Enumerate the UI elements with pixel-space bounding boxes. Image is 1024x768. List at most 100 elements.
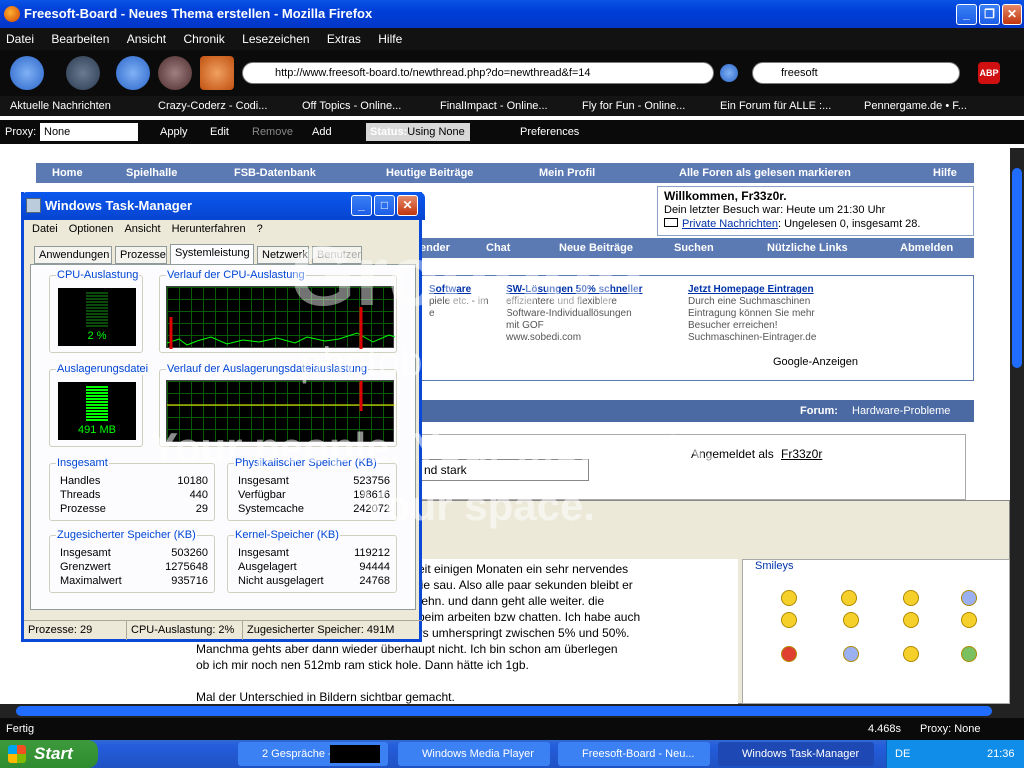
menu-ansicht[interactable]: Ansicht: [127, 32, 166, 46]
smiley-icon[interactable]: [781, 612, 797, 628]
tab-systemleistung[interactable]: Systemleistung: [170, 244, 254, 265]
start-button[interactable]: Start: [0, 740, 98, 768]
ad-3[interactable]: Jetzt Homepage Eintragen Durch eine Such…: [688, 284, 816, 344]
minimize-button[interactable]: _: [956, 4, 977, 25]
nav2-kalender[interactable]: ender: [420, 238, 450, 258]
vertical-scrollbar[interactable]: [1010, 148, 1024, 718]
ad-title[interactable]: Jetzt Homepage Eintragen: [688, 284, 816, 296]
tm-menu-ansicht[interactable]: Ansicht: [124, 223, 160, 235]
forum-nav: Home Spielhalle FSB-Datenbank Heutige Be…: [36, 163, 974, 183]
nav-mark-read[interactable]: Alle Foren als gelesen markieren: [679, 163, 851, 183]
smiley-icon[interactable]: [903, 646, 919, 662]
preferences-button[interactable]: Preferences: [520, 120, 579, 144]
reload-icon[interactable]: [116, 56, 150, 90]
smiley-icon[interactable]: [961, 646, 977, 662]
google-ads-label[interactable]: Google-Anzeigen: [773, 356, 858, 368]
ad-line: mit GOF: [506, 320, 544, 331]
nav2-abmelden[interactable]: Abmelden: [900, 238, 953, 258]
language-indicator[interactable]: DE: [895, 740, 910, 768]
pm-link[interactable]: Private Nachrichten: [682, 218, 778, 230]
clock[interactable]: 21:36: [987, 740, 1015, 768]
ad-2[interactable]: SW-Lösungen 50% schneller effizientere u…: [506, 284, 643, 344]
edit-button[interactable]: Edit: [210, 120, 229, 144]
horizontal-scroll-thumb[interactable]: [16, 706, 992, 716]
smiley-icon[interactable]: [843, 612, 859, 628]
commit-peak-label: Maximalwert: [60, 575, 122, 587]
nav-spielhalle[interactable]: Spielhalle: [126, 163, 177, 183]
nav2-chat[interactable]: Chat: [486, 238, 510, 258]
bookmark-item[interactable]: Pennergame.de • F...: [864, 96, 967, 116]
menu-extras[interactable]: Extras: [327, 32, 361, 46]
tm-menu-herunterfahren[interactable]: Herunterfahren: [172, 223, 246, 235]
nav2-neue[interactable]: Neue Beiträge: [559, 238, 633, 258]
proxy-select[interactable]: None: [40, 123, 138, 141]
close-button[interactable]: ✕: [1002, 4, 1022, 25]
commit-peak-value: 935716: [171, 575, 208, 587]
smiley-icon[interactable]: [961, 590, 977, 606]
ad-1[interactable]: Software piele etc. - im e: [429, 284, 488, 320]
menu-datei[interactable]: Datei: [6, 32, 34, 46]
back-icon[interactable]: [10, 56, 44, 90]
smiley-icon[interactable]: [841, 590, 857, 606]
smiley-icon[interactable]: [903, 590, 919, 606]
tab-prozesse[interactable]: Prozesse: [115, 246, 167, 264]
smiley-icon[interactable]: [781, 646, 797, 662]
tab-benutzer[interactable]: Benutzer: [312, 246, 362, 264]
search-input[interactable]: freesoft: [752, 62, 960, 84]
stop-icon[interactable]: [158, 56, 192, 90]
smiley-icon[interactable]: [961, 612, 977, 628]
smiley-icon[interactable]: [781, 590, 797, 606]
bookmark-item[interactable]: Off Topics - Online...: [302, 96, 401, 116]
tm-maximize-button[interactable]: □: [374, 195, 395, 216]
bookmark-item[interactable]: Crazy-Coderz - Codi...: [158, 96, 267, 116]
adblock-icon[interactable]: ABP: [978, 62, 1000, 84]
tab-anwendungen[interactable]: Anwendungen: [34, 246, 112, 264]
tm-menu-help[interactable]: ?: [257, 223, 263, 235]
home-icon[interactable]: [200, 56, 234, 90]
tm-close-button[interactable]: ✕: [397, 195, 418, 216]
system-tray: DE 21:36: [886, 740, 1024, 768]
nav-home[interactable]: Home: [52, 163, 83, 183]
status-label: Status:: [370, 126, 408, 138]
tab-netzwerk[interactable]: Netzwerk: [257, 246, 309, 264]
logged-in-user[interactable]: Fr33z0r: [781, 447, 822, 461]
bookmark-item[interactable]: Ein Forum für ALLE :...: [720, 96, 831, 116]
bookmark-item[interactable]: Aktuelle Nachrichten: [10, 96, 111, 116]
subject-input[interactable]: nd stark: [421, 459, 589, 481]
ad-title[interactable]: SW-Lösungen 50% schneller: [506, 284, 643, 296]
menu-bearbeiten[interactable]: Bearbeiten: [51, 32, 109, 46]
cpu-usage-group: CPU-Auslastung 2 %: [49, 269, 143, 353]
apply-button[interactable]: Apply: [160, 120, 188, 144]
ad-line: Durch eine Suchmaschinen: [688, 296, 811, 307]
task-manager-titlebar[interactable]: Windows Task-Manager _ □ ✕: [21, 192, 425, 220]
nav-datenbank[interactable]: FSB-Datenbank: [234, 163, 316, 183]
go-icon[interactable]: [720, 64, 738, 82]
url-input[interactable]: http://www.freesoft-board.to/newthread.p…: [242, 62, 714, 84]
nav-hilfe[interactable]: Hilfe: [933, 163, 957, 183]
task-firefox[interactable]: Freesoft-Board - Neu...: [558, 742, 710, 766]
bookmark-item[interactable]: FinalImpact - Online...: [440, 96, 548, 116]
menu-lesezeichen[interactable]: Lesezeichen: [242, 32, 309, 46]
tm-menu-optionen[interactable]: Optionen: [69, 223, 114, 235]
tm-minimize-button[interactable]: _: [351, 195, 372, 216]
smiley-icon[interactable]: [903, 612, 919, 628]
forward-icon[interactable]: [66, 56, 100, 90]
maximize-button[interactable]: ❐: [979, 4, 1000, 25]
vertical-scroll-thumb[interactable]: [1012, 168, 1022, 368]
menu-hilfe[interactable]: Hilfe: [378, 32, 402, 46]
nav-heutige[interactable]: Heutige Beiträge: [386, 163, 473, 183]
add-button[interactable]: Add: [312, 120, 332, 144]
remove-button[interactable]: Remove: [252, 120, 293, 144]
task-task-manager[interactable]: Windows Task-Manager: [718, 742, 874, 766]
nav2-suchen[interactable]: Suchen: [674, 238, 714, 258]
bookmark-item[interactable]: Fly for Fun - Online...: [582, 96, 685, 116]
nav-profil[interactable]: Mein Profil: [539, 163, 595, 183]
ad-title[interactable]: Software: [429, 284, 488, 296]
nav2-links[interactable]: Nützliche Links: [767, 238, 848, 258]
tm-menu-datei[interactable]: Datei: [32, 223, 58, 235]
menu-chronik[interactable]: Chronik: [183, 32, 224, 46]
forum-name[interactable]: Hardware-Probleme: [852, 400, 950, 422]
task-media-player[interactable]: Windows Media Player: [398, 742, 550, 766]
smiley-icon[interactable]: [843, 646, 859, 662]
horizontal-scrollbar[interactable]: [0, 704, 1010, 718]
